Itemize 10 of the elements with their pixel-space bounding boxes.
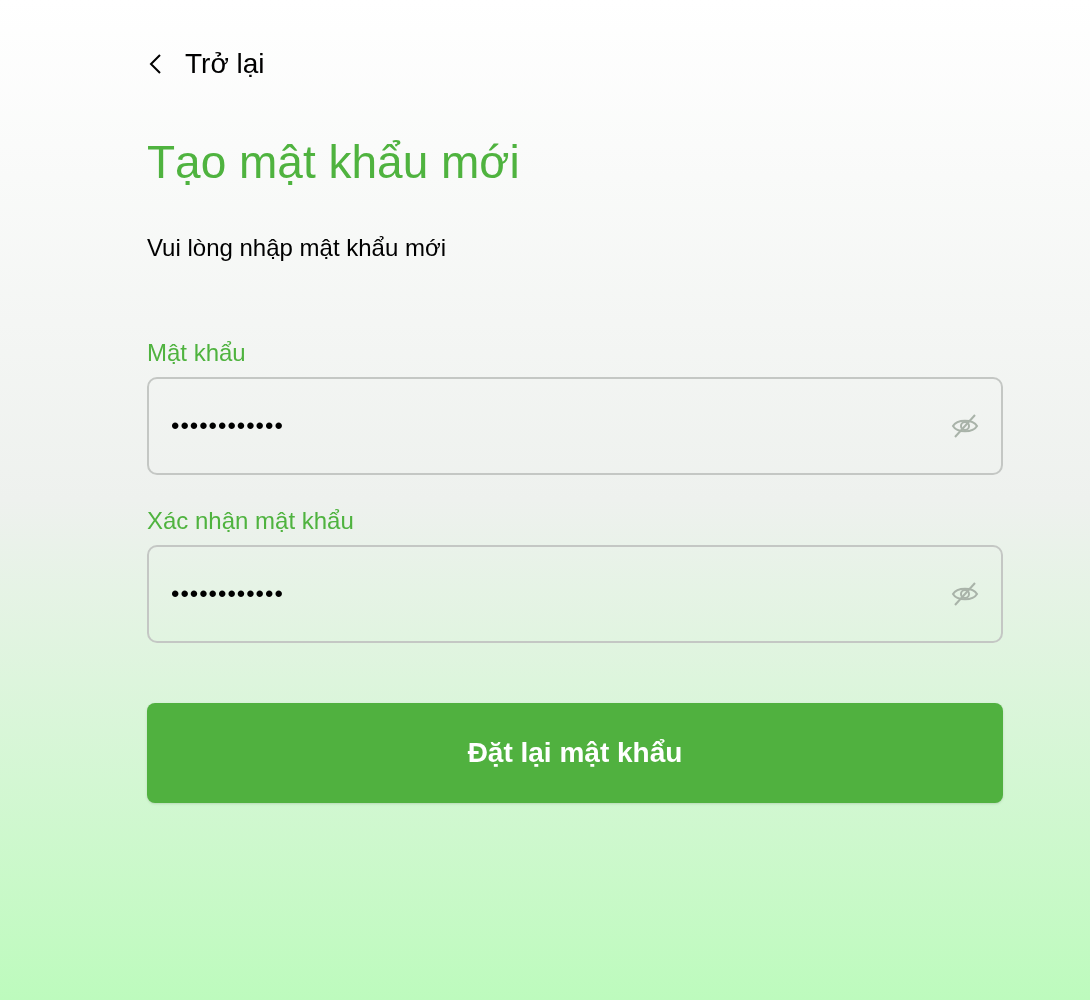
eye-slash-icon[interactable] <box>951 581 979 607</box>
password-field[interactable]: •••••••••••• <box>147 545 1003 643</box>
eye-slash-icon[interactable] <box>951 413 979 439</box>
page-title: Tạo mật khẩu mới <box>147 135 520 190</box>
subtitle-text: Vui lòng nhập mật khẩu mới <box>147 233 446 263</box>
back-icon <box>147 53 163 75</box>
field-label: Mật khẩu <box>147 338 246 368</box>
password-field[interactable]: •••••••••••• <box>147 377 1003 475</box>
back-button[interactable]: Trở lại <box>147 44 265 84</box>
field-label: Xác nhận mật khẩu <box>147 506 354 536</box>
